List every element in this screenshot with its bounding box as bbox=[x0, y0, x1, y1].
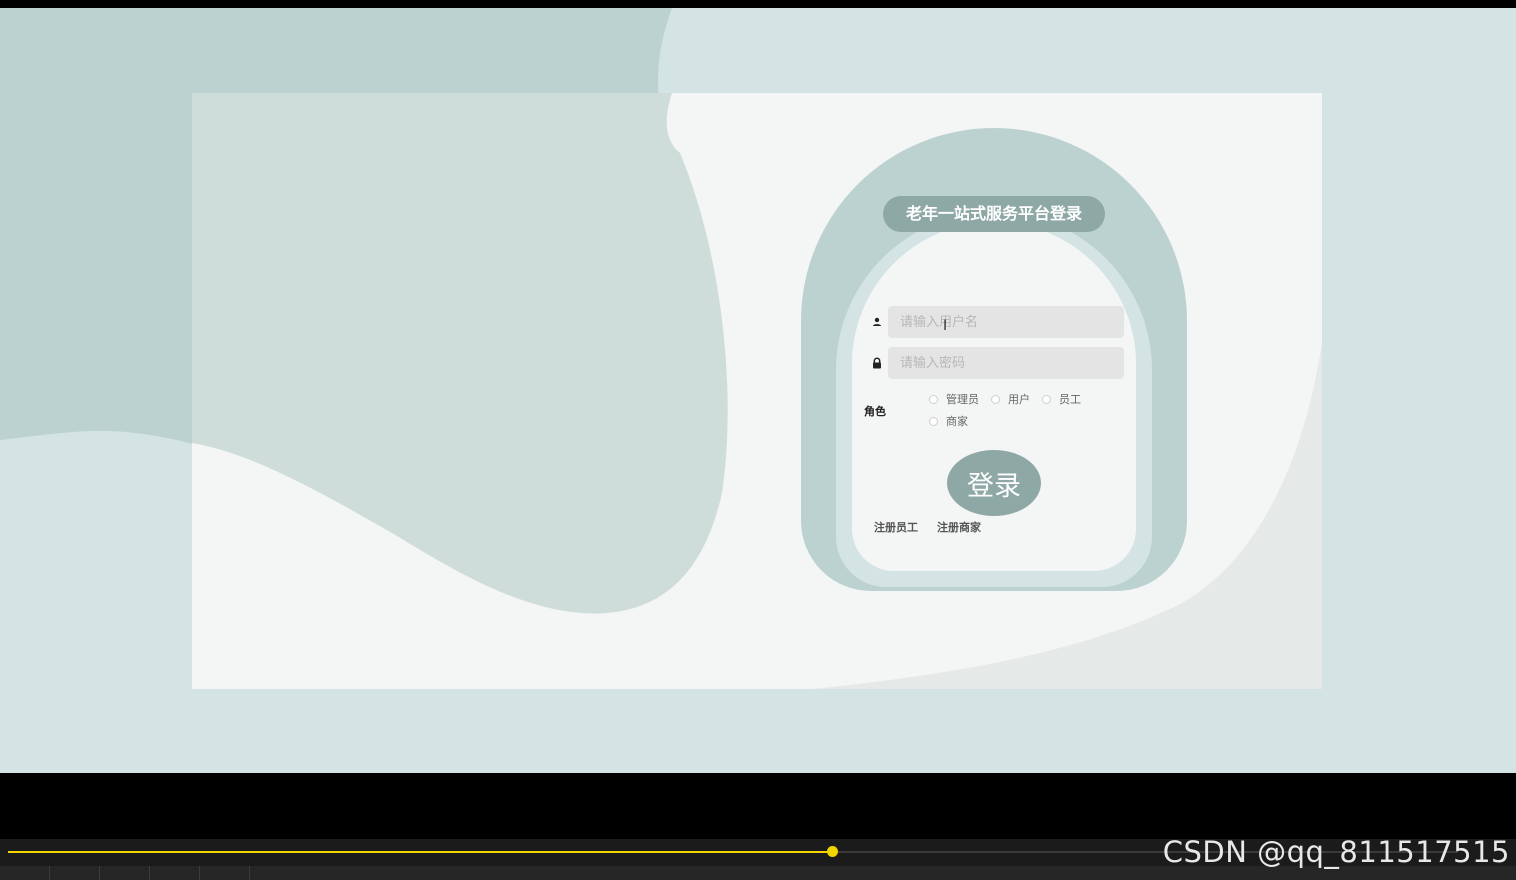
role-option-merchant[interactable]: 商家 bbox=[929, 413, 968, 429]
progress-fill bbox=[8, 851, 832, 853]
text-cursor-icon: I bbox=[943, 318, 948, 334]
role-label: 角色 bbox=[864, 405, 886, 418]
lock-icon bbox=[873, 357, 881, 369]
watermark: CSDN @qq_811517515 bbox=[1162, 835, 1510, 869]
role-option-label: 用户 bbox=[1008, 393, 1030, 406]
radio-circle[interactable] bbox=[991, 394, 1000, 404]
login-title: 老年一站式服务平台登录 bbox=[883, 196, 1105, 232]
player-control-slot[interactable] bbox=[200, 866, 250, 880]
radio-circle[interactable] bbox=[929, 416, 938, 426]
role-option-label: 管理员 bbox=[946, 393, 979, 406]
role-option-admin[interactable]: 管理员 bbox=[929, 391, 979, 407]
radio-circle[interactable] bbox=[1042, 394, 1051, 404]
player-control-slot[interactable] bbox=[50, 866, 100, 880]
login-page bbox=[0, 8, 1516, 773]
radio-circle[interactable] bbox=[929, 394, 938, 404]
role-option-label: 商家 bbox=[946, 415, 968, 428]
player-control-slot[interactable] bbox=[100, 866, 150, 880]
role-option-label: 员工 bbox=[1059, 393, 1081, 406]
role-option-staff[interactable]: 员工 bbox=[1042, 391, 1081, 407]
register-staff-link[interactable]: 注册员工 bbox=[874, 519, 918, 535]
register-merchant-link[interactable]: 注册商家 bbox=[937, 519, 981, 535]
player-control-slot[interactable] bbox=[0, 866, 50, 880]
username-input[interactable] bbox=[888, 306, 1124, 338]
login-button[interactable]: 登录 bbox=[947, 450, 1041, 516]
progress-handle[interactable] bbox=[827, 846, 838, 857]
player-control-slot[interactable] bbox=[150, 866, 200, 880]
role-option-user[interactable]: 用户 bbox=[991, 391, 1030, 407]
password-input[interactable] bbox=[888, 347, 1124, 379]
user-icon bbox=[873, 317, 881, 326]
